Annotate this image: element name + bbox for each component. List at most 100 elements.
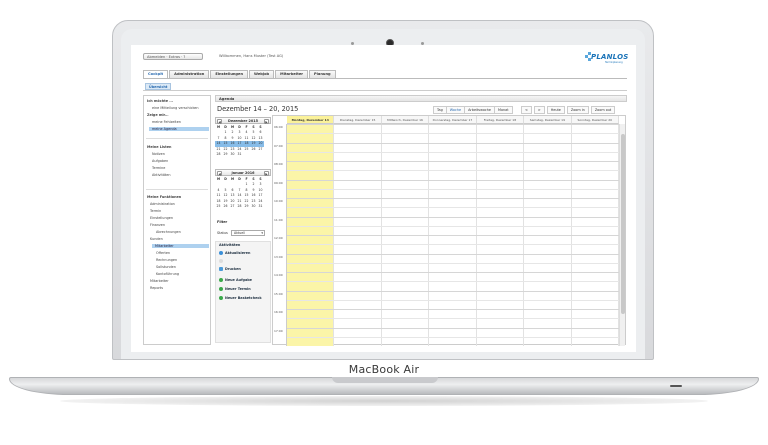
top-bar: Abmelden · Extras · ? Willkommen, Hans M… [131, 45, 636, 65]
nav-item-termin[interactable]: Termin [150, 209, 161, 213]
mini-calendar-day[interactable]: 30 [229, 152, 236, 157]
subtab-divider [143, 90, 627, 91]
refresh-label: Aktualisieren [225, 251, 251, 255]
time-label: 15:00 [274, 291, 283, 296]
nav-item-mitteilung[interactable]: eine Mitteilung verschicken [152, 106, 199, 110]
nav-item-mitarbeiter-sub[interactable]: Mitarbeiter [152, 244, 209, 248]
mini-calendar-day[interactable]: 30 [250, 204, 257, 209]
time-label: 17:00 [274, 328, 283, 333]
nav-item-termine[interactable]: Termine [152, 166, 165, 170]
refresh-button[interactable]: Aktualisieren [219, 251, 250, 255]
scrollbar-thumb[interactable] [621, 134, 625, 314]
mini-calendar-day[interactable]: 31 [257, 204, 264, 209]
calendar-nav: < > Heute Zoom in Zoom out [521, 106, 616, 114]
new-task-button[interactable]: Neue Aufgabe [219, 278, 252, 282]
time-gridline [287, 207, 619, 209]
port [670, 385, 682, 387]
date-range-title: Dezember 14 – 20, 2015 [217, 105, 299, 113]
mini-calendar-day[interactable]: 29 [222, 152, 229, 157]
day-header[interactable]: Sonntag, Dezember 20 [571, 116, 619, 124]
tab-webjob[interactable]: Webjob [249, 70, 275, 78]
time-gridline [287, 327, 619, 329]
day-header[interactable]: Donnerstag, Dezember 17 [429, 116, 477, 124]
time-gridline [287, 133, 619, 135]
nav-item-aufgaben[interactable]: Aufgaben [152, 159, 168, 163]
view-week[interactable]: Woche [445, 106, 466, 114]
nav-item-rechnungen[interactable]: Rechnungen [156, 258, 177, 262]
new-basketcheck-button[interactable]: Neuer Basketcheck [219, 296, 262, 300]
mini-calendar-december: ◀ Dezember 2015 ▶ M D M D F S S 1 2 3 4 5 6 7 8 9 10 11 12… [215, 117, 271, 157]
mini-calendar-header: ◀ Januar 2016 ▶ [215, 169, 271, 176]
tab-administration[interactable]: Administration [169, 70, 210, 78]
status-select[interactable]: Aktuell ▾ [231, 230, 265, 236]
nav-item-finanzen[interactable]: Finanzen [150, 223, 165, 227]
nav-item-reports[interactable]: Reports [150, 286, 163, 290]
nav-item-agenda[interactable]: meine Agenda [149, 127, 209, 131]
nav-item-kunden[interactable]: Kunden [150, 237, 163, 241]
mini-calendar-day[interactable]: 31 [236, 152, 243, 157]
new-appointment-button[interactable]: Neuer Termin [219, 287, 251, 291]
nav-item-mitarbeiter[interactable]: Mitarbeiter [150, 279, 169, 283]
mini-calendar-day[interactable]: 29 [243, 204, 250, 209]
day-header[interactable]: Samstag, Dezember 19 [524, 116, 572, 124]
time-gridline [287, 161, 619, 162]
laptop-base [9, 377, 759, 395]
tab-einstellungen[interactable]: Einstellungen [210, 70, 249, 78]
nav-item-aktivitaeten[interactable]: Aktivitäten [152, 173, 170, 177]
mini-calendar-day[interactable]: 28 [215, 152, 222, 157]
filter-label: Filter [217, 220, 228, 224]
zoom-out-button[interactable]: Zoom out [590, 106, 616, 114]
tab-cockpit[interactable]: Cockpit [143, 70, 169, 78]
nav-item-kontofuehrung[interactable]: Kontoführung [156, 272, 179, 276]
nav-item-offerten[interactable]: Offerten [156, 251, 170, 255]
time-label: 08:00 [274, 162, 283, 166]
view-month[interactable]: Monat [494, 106, 513, 114]
nav-section-zeige-mir[interactable]: Zeige mir... [147, 113, 169, 117]
mini-calendar-day[interactable]: 25 [215, 204, 222, 209]
day-header[interactable]: Montag, Dezember 14 [287, 116, 335, 124]
nav-item-abrechnungen[interactable]: Abrechnungen [156, 230, 181, 234]
nav-section-ich-moechte[interactable]: Ich möchte ... [147, 99, 173, 103]
time-gridline [287, 336, 619, 338]
nav-section-listen[interactable]: Meine Listen [147, 145, 171, 149]
view-workweek[interactable]: Arbeitswoche [464, 106, 496, 114]
mini-calendar-day[interactable]: 26 [222, 204, 229, 209]
mini-calendar-day[interactable]: 27 [229, 204, 236, 209]
day-header[interactable]: Freitag, Dezember 18 [476, 116, 525, 124]
prev-button[interactable]: < [521, 106, 532, 114]
zoom-in-button[interactable]: Zoom in [566, 106, 589, 114]
nav-item-sollstunden[interactable]: Sollstunden [156, 265, 176, 269]
time-label: 13:00 [274, 254, 283, 259]
welcome-text: Willkommen, Hans Muster (Test AG) [219, 54, 284, 58]
day-header[interactable]: Mittwoch, Dezember 16 [381, 116, 430, 124]
next-month-icon[interactable]: ▶ [264, 118, 269, 124]
prev-month-icon[interactable]: ◀ [217, 170, 222, 176]
nav-item-einstellungen[interactable]: Einstellungen [150, 216, 173, 220]
next-month-icon[interactable]: ▶ [264, 170, 269, 176]
time-gridline [287, 235, 619, 236]
prev-month-icon[interactable]: ◀ [217, 118, 222, 124]
print-icon [219, 267, 223, 271]
tab-planung[interactable]: Planung [309, 70, 336, 78]
logo-text: PLANLOS [591, 53, 629, 61]
tab-mitarbeiter[interactable]: Mitarbeiter [275, 70, 309, 78]
status-value: Aktuell [234, 231, 246, 235]
lid-notch [332, 377, 438, 383]
tab-divider [143, 78, 627, 79]
nav-item-fehlzeiten[interactable]: meine Fehlzeiten [152, 120, 181, 124]
user-menu[interactable]: Abmelden · Extras · ? [143, 53, 203, 60]
nav-item-administration[interactable]: Administration [150, 202, 175, 206]
nav-item-notizen[interactable]: Notizen [152, 152, 165, 156]
print-button[interactable]: Drucken [219, 267, 241, 271]
time-gridline [287, 318, 619, 320]
next-button[interactable]: > [533, 106, 545, 114]
view-day[interactable]: Tag [433, 106, 447, 114]
nav-section-funktionen[interactable]: Meine Funktionen [147, 195, 181, 199]
day-header[interactable]: Dienstag, Dezember 15 [334, 116, 382, 124]
today-button[interactable]: Heute [546, 106, 565, 114]
time-label: 12:00 [274, 236, 283, 240]
mini-calendar-day[interactable]: 27 [257, 147, 264, 152]
mini-calendar-day[interactable]: 28 [236, 204, 243, 209]
tab-uebersicht[interactable]: Übersicht [145, 83, 172, 90]
calendar-scrollbar[interactable] [619, 124, 625, 346]
